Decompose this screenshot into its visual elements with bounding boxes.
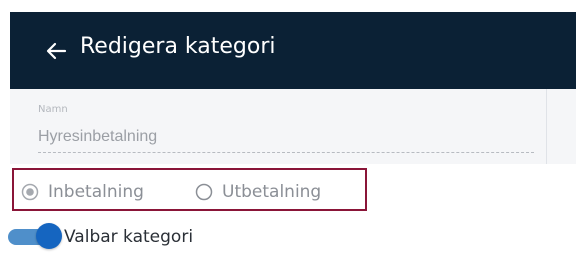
radio-option-inbetalning[interactable]: Inbetalning: [21, 182, 144, 202]
page-title: Redigera kategori: [80, 34, 276, 59]
edit-category-view: Redigera kategori Namn Inbetalning Utbet…: [0, 0, 576, 276]
radio-label-inbetalning: Inbetalning: [48, 182, 144, 202]
header-bar: Redigera kategori: [10, 12, 576, 89]
back-button[interactable]: [39, 34, 73, 68]
name-field[interactable]: [38, 122, 534, 153]
toggle-label: Valbar kategori: [64, 227, 194, 247]
arrow-left-icon: [46, 42, 67, 60]
selectable-category-row: Valbar kategori: [0, 221, 576, 253]
name-field-label: Namn: [38, 104, 68, 115]
radio-label-utbetalning: Utbetalning: [222, 182, 322, 202]
radio-selected-icon: [21, 183, 39, 201]
radio-unselected-icon: [195, 183, 213, 201]
toggle-thumb: [36, 223, 62, 249]
selectable-category-toggle[interactable]: [8, 223, 62, 249]
radio-option-utbetalning[interactable]: Utbetalning: [195, 182, 321, 202]
panel-divider: [546, 89, 547, 164]
